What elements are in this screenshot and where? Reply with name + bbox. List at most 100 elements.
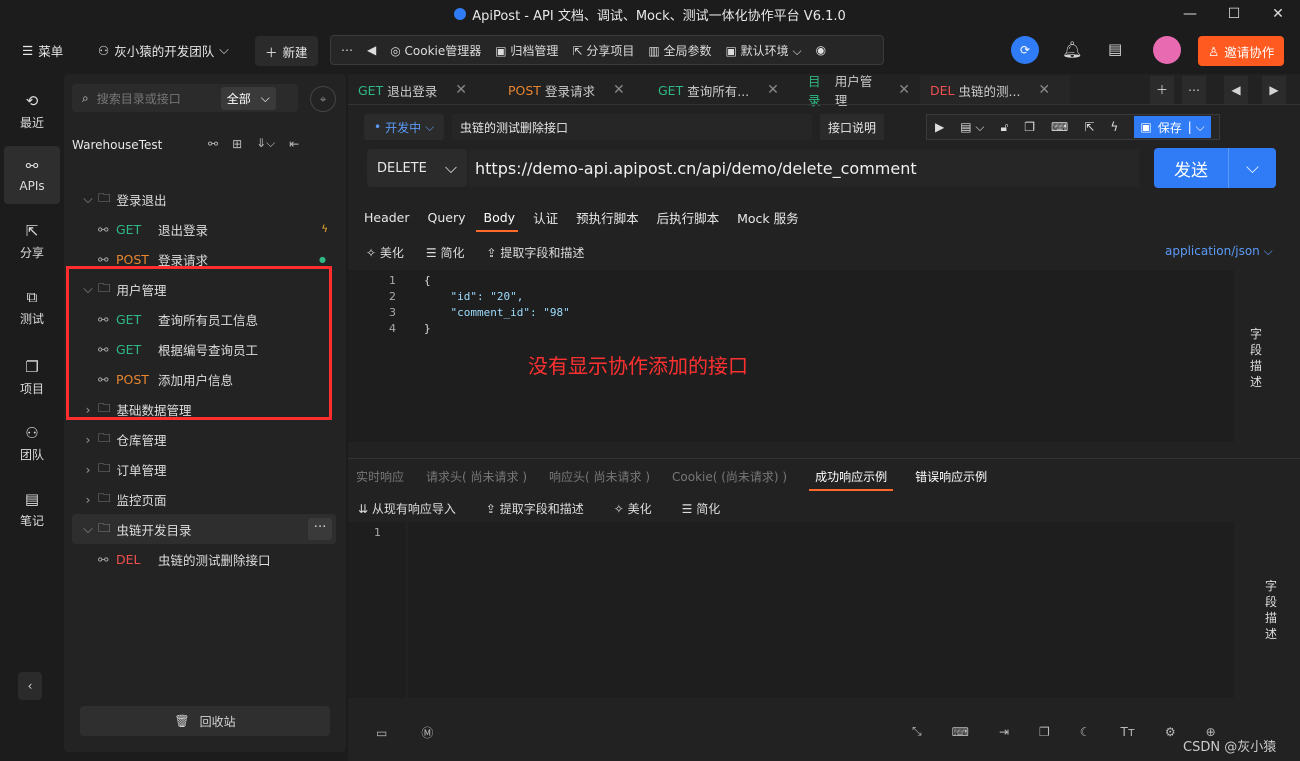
simplify-button[interactable]: ☰ 简化 <box>682 500 721 517</box>
api-name-input[interactable]: 虫链的测试删除接口 <box>452 114 812 140</box>
tree-folder[interactable]: › 🗀︎ 订单管理 <box>72 454 336 484</box>
code-icon[interactable]: ⌨ <box>1051 120 1068 134</box>
resp-tab-2[interactable]: 响应头( 尚未请求 ) <box>549 468 650 491</box>
save-button[interactable]: ▣ 保存 | ⌵ <box>1134 116 1211 138</box>
bell-icon[interactable]: 🔔︎ <box>1062 40 1082 59</box>
more-icon[interactable]: ⋯ <box>341 43 353 57</box>
tab-4[interactable]: DEL 虫链的测... ✕ <box>920 76 1070 104</box>
chevron-right-icon[interactable]: › <box>78 462 98 477</box>
form-icon[interactable]: ▤ ⌵ <box>960 120 984 135</box>
global-params-button[interactable]: ▥ 全局参数 <box>648 42 711 59</box>
tab-more-icon[interactable]: ⋯ <box>1182 76 1206 104</box>
close-icon[interactable]: ✕ <box>613 82 625 98</box>
settings-icon[interactable]: ⚙ <box>1165 725 1176 739</box>
copy-icon[interactable]: ❐ <box>1024 120 1035 134</box>
close-window-button[interactable]: ✕ <box>1256 0 1300 28</box>
search-input[interactable]: 搜索目录或接口 <box>97 90 213 107</box>
close-icon[interactable]: ✕ <box>898 82 910 98</box>
tab-认证[interactable]: 认证 <box>533 208 558 227</box>
export-icon[interactable]: ⇱ <box>1084 120 1094 134</box>
new-button[interactable]: ＋新建 <box>255 36 318 66</box>
send-options-icon[interactable]: ⌵ <box>1228 148 1276 188</box>
filter-select[interactable]: 全部 ⌵ <box>220 86 276 110</box>
code-content[interactable]: { "id": "20", "comment_id": "98"} <box>424 274 570 338</box>
magic-button[interactable]: ✧ 美化 <box>614 500 652 517</box>
tree-folder[interactable]: ⌵ 🗀︎ 登录退出 <box>72 184 336 214</box>
rail-share[interactable]: ⇱ 分享 <box>4 212 60 270</box>
archive-button[interactable]: ▣ 归档管理 <box>495 42 558 59</box>
more-icon[interactable]: ⋯ <box>308 518 332 540</box>
add-tab-icon[interactable]: ＋ <box>1150 76 1174 104</box>
tab-后执行脚本[interactable]: 后执行脚本 <box>657 208 720 227</box>
resp-tab-4[interactable]: 成功响应示例 <box>809 468 894 491</box>
tab-3[interactable]: 目录 用户管理 ✕ <box>798 74 920 108</box>
invite-button[interactable]: ♙ 邀请协作 <box>1198 36 1285 66</box>
resp-tab-0[interactable]: 实时响应 <box>356 468 404 491</box>
menu-button[interactable]: ☰ 菜单 <box>12 35 73 65</box>
search-box[interactable]: ⌕ 搜索目录或接口 全部 ⌵ <box>72 84 298 112</box>
tab-0[interactable]: GET 退出登录 ✕ <box>348 76 498 104</box>
console-icon[interactable]: ⌨ <box>952 725 969 739</box>
content-type-select[interactable]: application/json ⌵ <box>1165 244 1273 259</box>
status-select[interactable]: • 开发中 ⌵ <box>364 114 445 140</box>
theme-icon[interactable]: ☾ <box>1080 725 1091 739</box>
flash-icon[interactable]: ϟ <box>1110 120 1118 134</box>
avatar[interactable] <box>1153 36 1181 64</box>
markdown-icon[interactable]: Ⓜ <box>421 724 433 741</box>
rail-team[interactable]: ⚇ 团队 <box>4 414 60 472</box>
close-icon[interactable]: ✕ <box>767 82 779 98</box>
url-input[interactable]: https://demo-api.apipost.cn/api/demo/del… <box>469 149 1139 187</box>
magic-button[interactable]: ✧ 美化 <box>366 244 404 261</box>
trash-button[interactable]: 🗑︎ 回收站 <box>80 706 330 736</box>
rail-history[interactable]: ⟲ 最近 <box>4 82 60 140</box>
font-size-icon[interactable]: Tт <box>1121 725 1135 739</box>
chevron-down-icon[interactable]: ⌵ <box>78 521 98 537</box>
tab-1[interactable]: POST 登录请求 ✕ <box>498 76 648 104</box>
copy-icon[interactable]: ❐ <box>1039 725 1050 739</box>
tab-2[interactable]: GET 查询所有... ✕ <box>648 76 798 104</box>
environment-select[interactable]: ▣ 默认环境 ⌵ <box>726 42 802 59</box>
simplify-button[interactable]: ☰ 简化 <box>426 244 465 261</box>
tab-预执行脚本[interactable]: 预执行脚本 <box>576 208 639 227</box>
field-desc-toggle[interactable]: 字段描述 <box>1250 326 1264 390</box>
lock-icon[interactable]: 🔓︎ <box>1000 120 1008 135</box>
close-icon[interactable]: ✕ <box>1038 82 1050 98</box>
tab-next-icon[interactable]: ▶ <box>1262 76 1286 104</box>
panel-icon[interactable]: ▭ <box>376 726 387 740</box>
minimize-button[interactable]: — <box>1168 0 1212 28</box>
doc-button[interactable]: 接口说明 <box>820 114 885 140</box>
extract-button[interactable]: ⇪ 提取字段和描述 <box>486 500 584 517</box>
eye-icon[interactable]: ◉ <box>816 43 826 57</box>
tree-api-item[interactable]: ⚯ DEL 虫链的测试删除接口 <box>72 544 336 574</box>
close-icon[interactable]: ✕ <box>455 82 467 98</box>
rail-project[interactable]: ❐ 项目 <box>4 348 60 406</box>
chevron-right-icon[interactable]: › <box>78 492 98 507</box>
import-icon[interactable]: ⇓⌵ <box>256 136 275 151</box>
chevron-right-icon[interactable]: › <box>78 432 98 447</box>
collapse-sidebar-button[interactable]: ‹ <box>18 672 42 700</box>
tree-folder[interactable]: › 🗀︎ 监控页面 <box>72 484 336 514</box>
run-icon[interactable]: ▶ <box>935 120 944 134</box>
add-api-icon[interactable]: ⚯ <box>208 137 218 151</box>
rail-note[interactable]: ▤ 笔记 <box>4 480 60 538</box>
resp-field-desc-toggle[interactable]: 字段描述 <box>1265 578 1279 642</box>
compress-icon[interactable]: ⤡ <box>912 724 922 739</box>
tab-header[interactable]: Header <box>364 210 410 225</box>
tab-body[interactable]: Body <box>484 210 516 225</box>
tree-api-item[interactable]: ⚯ GET 退出登录 ϟ <box>72 214 336 244</box>
resp-tab-5[interactable]: 错误响应示例 <box>915 468 987 491</box>
locate-icon[interactable]: ⌖ <box>310 86 336 112</box>
send-button[interactable]: 发送 ⌵ <box>1154 148 1276 188</box>
cookie-manager-button[interactable]: ◎ Cookie管理器 <box>390 42 481 59</box>
resp-tab-1[interactable]: 请求头( 尚未请求 ) <box>426 468 527 491</box>
team-selector[interactable]: ⚇ 灰小猿的开发团队 ⌵ <box>88 35 239 65</box>
add-folder-icon[interactable]: ⊞ <box>232 137 242 151</box>
extract-button[interactable]: ⇪ 提取字段和描述 <box>486 244 584 261</box>
share-project-button[interactable]: ⇱ 分享项目 <box>572 42 634 59</box>
tree-folder[interactable]: ⌵ 🗀︎ 虫链开发目录 ⋯ <box>72 514 336 544</box>
method-select[interactable]: DELETE ⌵ <box>367 149 467 187</box>
chevron-down-icon[interactable]: ⌵ <box>78 191 98 207</box>
collapse-left-icon[interactable]: ◀ <box>367 43 376 57</box>
collapse-all-icon[interactable]: ⇤ <box>289 137 299 151</box>
tab-prev-icon[interactable]: ◀ <box>1224 76 1248 104</box>
